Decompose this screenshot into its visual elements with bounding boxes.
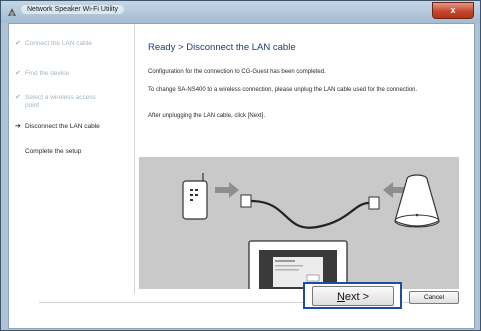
next-instruction: After unplugging the LAN cable, click [N…: [148, 113, 266, 119]
step-connect-lan: ✔ Connect the LAN cable: [15, 40, 125, 48]
title-bar[interactable]: Network Speaker Wi-Fi Utility x: [1, 1, 480, 23]
unplug-cable-illustration: [182, 173, 440, 294]
step-label: Disconnect the LAN cable: [25, 123, 100, 130]
speaker-icon: [394, 174, 440, 228]
wizard-panel: ✔ Connect the LAN cable ✔ Find the device …: [8, 23, 475, 329]
next-label: ext >: [344, 291, 370, 303]
unplug-instruction: To change SA-NS400 to a wireless connect…: [148, 87, 418, 93]
arrow-right-icon: ➔: [15, 123, 21, 130]
step-complete-setup: Complete the setup: [25, 148, 125, 156]
check-icon: ✔: [15, 40, 21, 47]
step-find-device: ✔ Find the device: [15, 70, 125, 78]
next-button[interactable]: Next >: [312, 286, 394, 306]
close-button[interactable]: x: [432, 2, 474, 19]
step-label: Connect the LAN cable: [25, 40, 92, 47]
cancel-button[interactable]: Cancel: [409, 291, 459, 304]
router-icon: [182, 173, 208, 220]
illustration-panel: [139, 157, 459, 294]
step-sidebar: ✔ Connect the LAN cable ✔ Find the device …: [9, 24, 135, 294]
step-label: Complete the setup: [25, 148, 82, 155]
unplug-arrow-icon: [215, 182, 239, 198]
wifi-utility-window: Network Speaker Wi-Fi Utility x ✔ Connect…: [0, 0, 481, 331]
check-icon: ✔: [15, 94, 21, 101]
check-icon: ✔: [15, 70, 21, 77]
step-label: Select a wireless access point: [25, 94, 96, 109]
next-accelerator: N: [336, 291, 345, 303]
lan-cable-icon: [240, 194, 380, 229]
page-title: Ready > Disconnect the LAN cable: [148, 42, 296, 53]
step-select-access-point: ✔ Select a wireless access point: [15, 94, 107, 110]
window-title: Network Speaker Wi-Fi Utility: [21, 5, 125, 14]
completion-message: Configuration for the connection to CG-G…: [148, 69, 326, 75]
step-label: Find the device: [25, 70, 70, 77]
app-icon: [8, 8, 16, 16]
step-disconnect-lan: ➔ Disconnect the LAN cable: [15, 123, 125, 131]
